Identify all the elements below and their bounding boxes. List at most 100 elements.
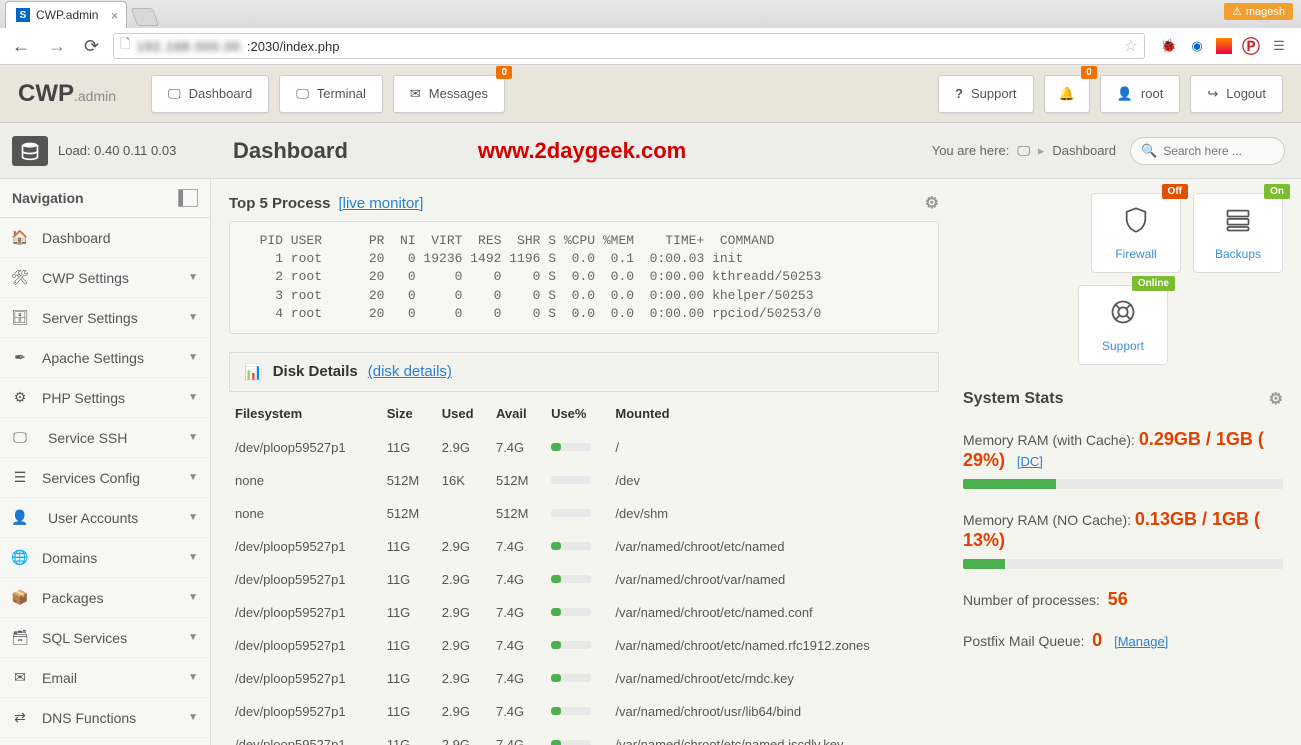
sidebar-item-cwp-settings[interactable]: 🛠CWP Settings▼ [0, 258, 210, 298]
backups-badge: On [1264, 184, 1290, 199]
menu-icon[interactable]: ☰ [1270, 37, 1288, 55]
disk-header: Avail [490, 392, 545, 431]
sidebar-item-label: SQL Services [42, 630, 127, 646]
sidebar-collapse-icon[interactable] [178, 189, 198, 207]
bookmark-star-icon[interactable]: ☆ [1124, 36, 1138, 56]
gear-icon[interactable]: ⚙ [925, 193, 939, 213]
processes-title: Top 5 Process [live monitor] ⚙ [229, 193, 939, 213]
sidebar-item-sql-services[interactable]: 🗃SQL Services▼ [0, 618, 210, 658]
mail-queue-row: Postfix Mail Queue: 0 [Manage] [963, 630, 1283, 651]
ext-icon-4[interactable]: Ⓟ [1242, 37, 1260, 55]
table-row: /dev/ploop59527p111G2.9G7.4G/var/named/c… [229, 728, 939, 745]
disk-header: Mounted [609, 392, 939, 431]
sidebar-item-dns-functions[interactable]: ⇄DNS Functions▼ [0, 698, 210, 738]
table-row: /dev/ploop59527p111G2.9G7.4G/ [229, 431, 939, 464]
quick-actions: Off Firewall On Backups [963, 193, 1283, 273]
proc-count-row: Number of processes: 56 [963, 589, 1283, 610]
stats-title: System Stats ⚙ [963, 389, 1283, 409]
disk-header: Used [436, 392, 490, 431]
sidebar-item-php-settings[interactable]: ⚙PHP Settings▼ [0, 378, 210, 418]
sidebar-item-label: Domains [42, 550, 97, 566]
back-icon[interactable]: ← [8, 36, 34, 57]
ext-icon-3[interactable] [1216, 38, 1232, 54]
terminal-button[interactable]: 🖵 Terminal [279, 75, 383, 113]
sidebar-item-label: PHP Settings [42, 390, 125, 406]
sidebar-item-user-accounts[interactable]: 👤User Accounts▼ [0, 498, 210, 538]
sidebar-item-label: Server Settings [42, 310, 138, 326]
table-row: /dev/ploop59527p111G2.9G7.4G/var/named/c… [229, 629, 939, 662]
url-suffix: :2030/index.php [247, 39, 340, 54]
table-row: none512M16K512M/dev [229, 464, 939, 497]
messages-button[interactable]: ✉ Messages 0 [393, 75, 505, 113]
home-icon: 🏠 [12, 229, 28, 246]
tab-close-icon[interactable]: × [111, 8, 119, 23]
manage-link[interactable]: [Manage] [1114, 634, 1168, 649]
screen-icon: 🖵 [168, 86, 181, 102]
support-card[interactable]: Online Support [1078, 285, 1168, 365]
url-host-blurred: 192.168.000.00 [137, 39, 241, 54]
chevron-down-icon: ▼ [188, 552, 198, 563]
disk-header: Size [381, 392, 436, 431]
backups-card[interactable]: On Backups [1193, 193, 1283, 273]
usage-bar [551, 443, 591, 451]
sidebar-item-domains[interactable]: 🌐 Domains ▼ [0, 538, 210, 578]
globe-icon: 🌐 [12, 549, 28, 566]
user-button[interactable]: 👤 root [1100, 75, 1181, 113]
live-monitor-link[interactable]: [live monitor] [338, 195, 423, 212]
logout-button[interactable]: ↪ Logout [1190, 75, 1283, 113]
sidebar-item-apache-settings[interactable]: ✒Apache Settings▼ [0, 338, 210, 378]
sidebar-item-email[interactable]: ✉Email▼ [0, 658, 210, 698]
sidebar-item-services-config[interactable]: ☰Services Config▼ [0, 458, 210, 498]
table-row: /dev/ploop59527p111G2.9G7.4G/var/named/c… [229, 662, 939, 695]
favicon-icon: S [16, 8, 30, 22]
gear-icon[interactable]: ⚙ [1269, 389, 1283, 409]
sidebar-item-label: Services Config [42, 470, 140, 486]
sidebar-item-dashboard[interactable]: 🏠Dashboard [0, 218, 210, 258]
notifications-button[interactable]: 🔔 0 [1044, 75, 1090, 113]
shield-icon [1122, 206, 1150, 241]
reload-icon[interactable]: ⟳ [80, 36, 103, 57]
bell-icon: 🔔 [1059, 86, 1075, 102]
new-tab-button[interactable] [131, 8, 160, 26]
usage-bar [551, 740, 591, 745]
search-input-wrap[interactable]: 🔍 [1130, 137, 1285, 165]
dashboard-button[interactable]: 🖵 Dashboard [151, 75, 269, 113]
breadcrumb: You are here: 🖵 ▸ Dashboard [932, 143, 1116, 159]
browser-tab[interactable]: S CWP.admin × [5, 1, 127, 28]
gear-icon: ⚙ [12, 389, 28, 406]
ext-icon-2[interactable]: ◉ [1188, 37, 1206, 55]
table-row: none512M512M/dev/shm [229, 497, 939, 530]
sidebar-item-service-ssh[interactable]: 🖵Service SSH▼ [0, 418, 210, 458]
url-input[interactable]: 🗋 192.168.000.00 :2030/index.php ☆ [113, 33, 1145, 59]
life-ring-icon [1109, 298, 1137, 333]
box-icon: 📦 [12, 589, 28, 606]
watermark-text: www.2daygeek.com [478, 138, 686, 164]
dc-link[interactable]: [DC] [1017, 454, 1043, 469]
sidebar-item-label: Packages [42, 590, 103, 606]
app-logo[interactable]: CWP.admin [18, 80, 116, 108]
mail-icon: ✉ [410, 86, 421, 102]
sidebar-item-label: Apache Settings [42, 350, 144, 366]
search-input[interactable] [1163, 144, 1274, 158]
disk-details-link[interactable]: (disk details) [368, 363, 452, 380]
main-content: Top 5 Process [live monitor] ⚙ PID USER … [211, 179, 1301, 745]
sidebar-item-packages[interactable]: 📦 Packages ▼ [0, 578, 210, 618]
server-icon [1224, 206, 1252, 241]
browser-user-badge[interactable]: magesh [1224, 3, 1293, 20]
db-icon: 🗃 [12, 629, 28, 646]
mail-icon: ✉ [12, 669, 28, 686]
usage-bar [551, 641, 591, 649]
ram-cache-row: Memory RAM (with Cache): 0.29GB / 1GB ( … [963, 429, 1283, 471]
sidebar-item-server-settings[interactable]: 🗄Server Settings▼ [0, 298, 210, 338]
chevron-down-icon: ▼ [188, 592, 198, 603]
page-icon: 🗋 [120, 35, 130, 57]
support-button[interactable]: ? Support [938, 75, 1034, 113]
terminal-icon: 🖵 [296, 86, 309, 102]
sidebar: Navigation 🏠Dashboard🛠CWP Settings▼🗄Serv… [0, 179, 211, 745]
ext-icon-1[interactable]: 🐞 [1160, 37, 1178, 55]
table-row: /dev/ploop59527p111G2.9G7.4G/var/named/c… [229, 530, 939, 563]
firewall-card[interactable]: Off Firewall [1091, 193, 1181, 273]
notif-badge: 0 [1081, 66, 1097, 79]
disk-panel-header: 📊 Disk Details (disk details) [229, 352, 939, 392]
address-bar: ← → ⟳ 🗋 192.168.000.00 :2030/index.php ☆… [0, 28, 1301, 64]
